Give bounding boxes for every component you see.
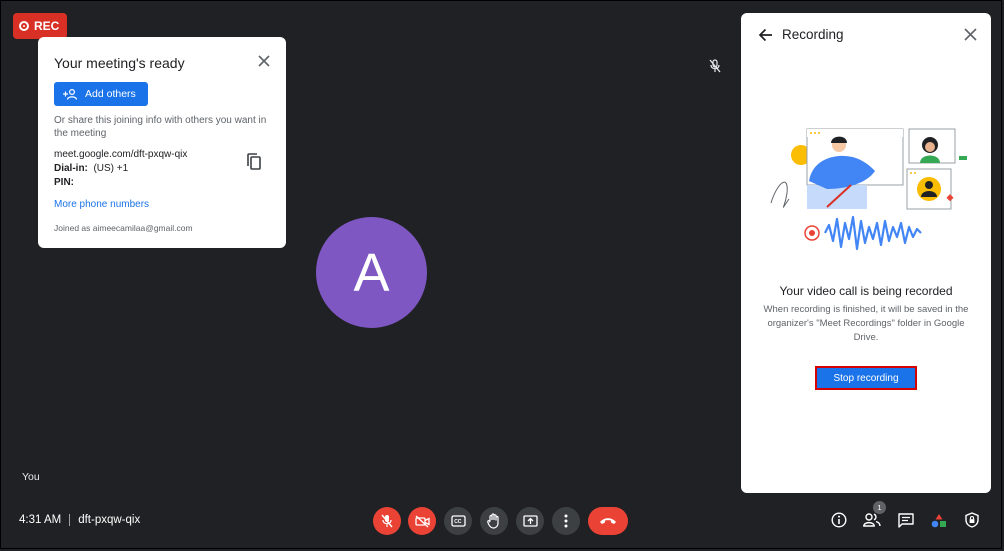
- meeting-info-button[interactable]: [830, 511, 848, 529]
- microphone-toggle-button[interactable]: [373, 507, 401, 535]
- recording-badge-label: REC: [34, 19, 60, 33]
- stop-recording-button[interactable]: Stop recording: [815, 366, 917, 390]
- chat-icon: [898, 512, 914, 528]
- microphone-muted-icon: [709, 59, 721, 73]
- close-icon[interactable]: [256, 53, 272, 69]
- meeting-link: meet.google.com/dft-pxqw-qix: [54, 149, 188, 160]
- recording-panel: Recording Your video call is being recor…: [741, 13, 991, 493]
- captions-button[interactable]: CC: [444, 507, 472, 535]
- svg-text:CC: CC: [454, 519, 462, 525]
- chat-button[interactable]: [897, 511, 915, 529]
- info-icon: [831, 512, 847, 528]
- dial-in-row: Dial-in: (US) +1: [54, 162, 270, 176]
- joined-as-text: Joined as aimeecamilaa@gmail.com: [54, 223, 193, 233]
- meeting-details: 4:31 AM dft-pxqw-qix: [19, 514, 140, 526]
- activities-button[interactable]: [930, 511, 948, 529]
- record-icon: [19, 21, 29, 31]
- more-options-icon: [564, 514, 568, 528]
- dial-in-label: Dial-in:: [54, 163, 88, 174]
- recording-heading: Your video call is being recorded: [779, 284, 953, 298]
- copy-icon[interactable]: [246, 153, 262, 171]
- more-options-button[interactable]: [552, 507, 580, 535]
- host-controls-button[interactable]: [963, 511, 981, 529]
- more-phone-numbers-link[interactable]: More phone numbers: [54, 199, 270, 210]
- divider: [69, 514, 71, 526]
- add-person-icon: [63, 88, 78, 100]
- meeting-code: dft-pxqw-qix: [78, 514, 141, 526]
- share-text: Or share this joining info with others y…: [54, 115, 267, 139]
- self-name-label: You: [22, 471, 40, 483]
- clock-time: 4:31 AM: [19, 514, 62, 526]
- camera-toggle-button[interactable]: [408, 507, 436, 535]
- recording-illustration: [770, 128, 967, 251]
- microphone-off-icon: [381, 514, 393, 528]
- dial-in-value: (US) +1: [93, 163, 129, 174]
- present-icon: [522, 515, 538, 527]
- end-call-icon: [600, 518, 616, 524]
- camera-off-icon: [414, 514, 430, 528]
- people-count-badge: 1: [873, 501, 886, 514]
- add-others-button[interactable]: Add others: [54, 82, 148, 106]
- present-button[interactable]: [516, 507, 544, 535]
- raise-hand-icon: [487, 513, 499, 529]
- participant-avatar: A: [316, 217, 427, 328]
- recording-description: When recording is finished, it will be s…: [763, 304, 969, 343]
- joining-info: meet.google.com/dft-pxqw-qix Dial-in: (U…: [54, 148, 270, 190]
- add-others-label: Add others: [85, 88, 136, 100]
- recording-badge[interactable]: REC: [13, 13, 68, 39]
- back-arrow-icon[interactable]: [758, 27, 774, 43]
- people-icon: [863, 513, 881, 527]
- meeting-ready-card: Your meeting's ready Add others Or share…: [38, 37, 286, 248]
- end-call-button[interactable]: [588, 507, 628, 535]
- activities-icon: [931, 513, 946, 527]
- close-panel-icon[interactable]: [964, 28, 977, 41]
- pin-label: PIN:: [54, 177, 74, 188]
- pin-row: PIN:: [54, 176, 270, 190]
- host-controls-icon: [965, 512, 979, 528]
- meeting-card-title: Your meeting's ready: [54, 55, 185, 71]
- panel-title: Recording: [782, 27, 844, 42]
- captions-icon: CC: [450, 515, 466, 527]
- raise-hand-button[interactable]: [480, 507, 508, 535]
